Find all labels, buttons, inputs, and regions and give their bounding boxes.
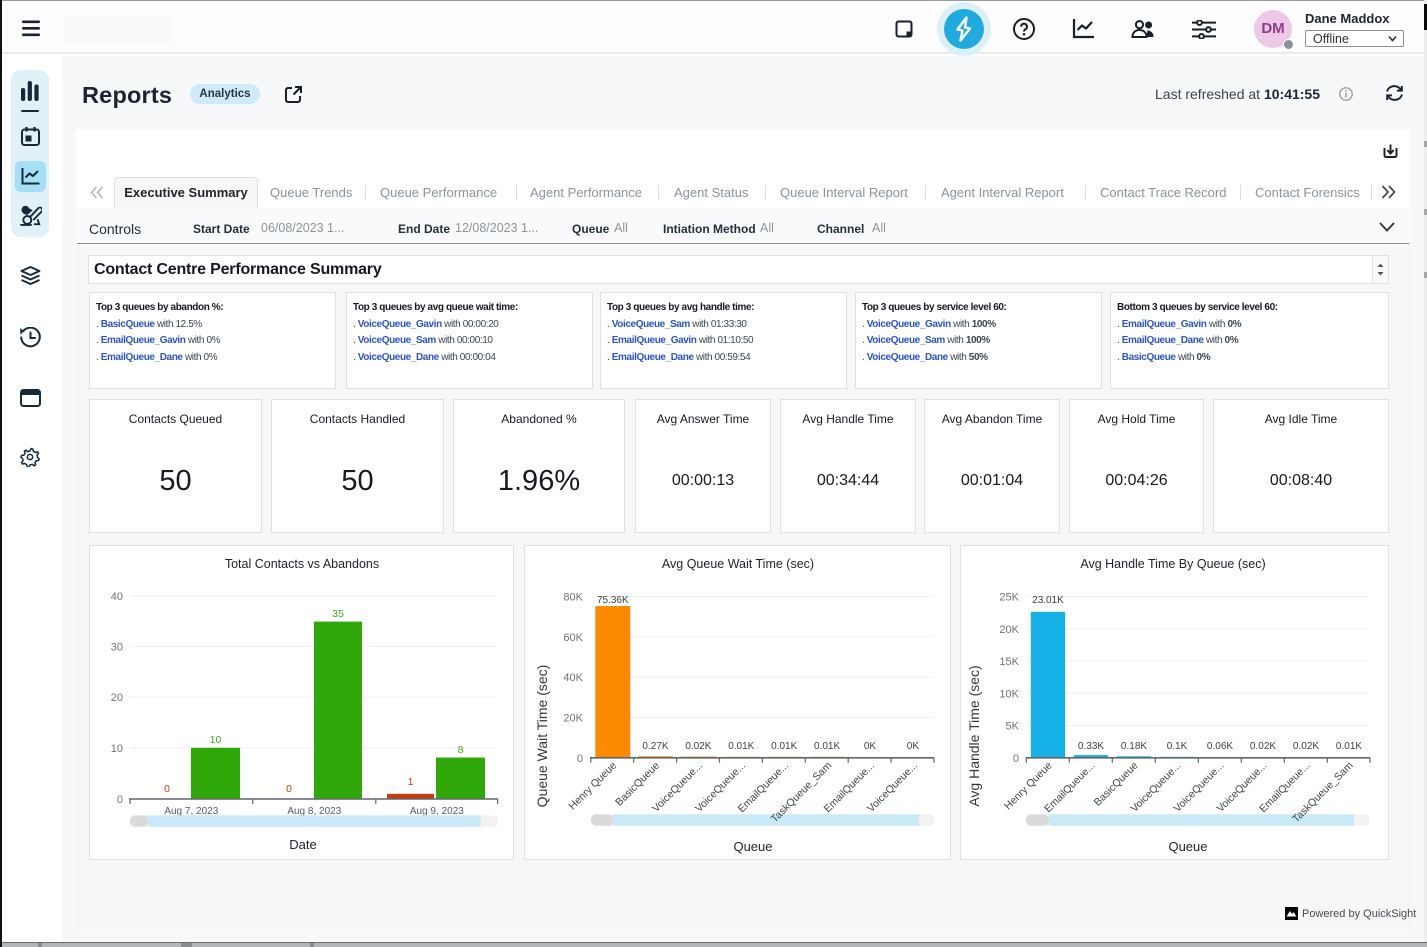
svg-text:Avg Handle Time By Queue (sec): Avg Handle Time By Queue (sec) — [1080, 557, 1265, 571]
svg-text:20: 20 — [111, 692, 123, 704]
svg-text:8: 8 — [458, 744, 464, 756]
svg-text:0.27K: 0.27K — [642, 741, 668, 752]
svg-text:20K: 20K — [999, 624, 1019, 636]
svg-text:0.01K: 0.01K — [728, 741, 754, 752]
svg-text:0: 0 — [1013, 753, 1019, 765]
svg-text:40K: 40K — [563, 672, 583, 684]
svg-text:35: 35 — [332, 608, 344, 620]
svg-text:25K: 25K — [999, 592, 1019, 604]
svg-text:0: 0 — [286, 783, 292, 795]
svg-text:0.02K: 0.02K — [1250, 741, 1276, 752]
svg-text:0: 0 — [577, 753, 583, 765]
svg-text:0: 0 — [164, 783, 170, 795]
svg-text:0.01K: 0.01K — [814, 741, 840, 752]
svg-text:0.02K: 0.02K — [685, 741, 711, 752]
svg-text:10: 10 — [210, 734, 222, 746]
svg-text:0.1K: 0.1K — [1167, 741, 1188, 752]
svg-text:0.18K: 0.18K — [1121, 741, 1147, 752]
svg-text:0: 0 — [117, 794, 123, 806]
svg-text:Aug 9, 2023: Aug 9, 2023 — [410, 806, 464, 817]
svg-text:0.02K: 0.02K — [1293, 741, 1319, 752]
svg-text:Avg Queue Wait Time (sec): Avg Queue Wait Time (sec) — [662, 557, 814, 571]
svg-text:23.01K: 23.01K — [1032, 595, 1064, 606]
svg-text:Queue Wait Time (sec): Queue Wait Time (sec) — [534, 665, 550, 808]
svg-text:5K: 5K — [1006, 721, 1020, 733]
svg-text:0.33K: 0.33K — [1078, 741, 1104, 752]
svg-text:10: 10 — [111, 743, 123, 755]
svg-text:0K: 0K — [864, 741, 877, 752]
svg-text:Aug 7, 2023: Aug 7, 2023 — [164, 806, 218, 817]
svg-text:0.01K: 0.01K — [1336, 741, 1362, 752]
svg-text:Total Contacts vs Abandons: Total Contacts vs Abandons — [225, 557, 379, 571]
svg-text:60K: 60K — [563, 632, 583, 644]
svg-text:80K: 80K — [563, 592, 583, 604]
svg-text:20K: 20K — [563, 713, 583, 725]
svg-text:1: 1 — [408, 776, 414, 788]
svg-text:10K: 10K — [999, 688, 1019, 700]
svg-text:Avg Handle Time (sec): Avg Handle Time (sec) — [966, 665, 982, 806]
svg-text:15K: 15K — [999, 656, 1019, 668]
svg-text:Queue: Queue — [733, 839, 772, 854]
svg-text:0.06K: 0.06K — [1207, 741, 1233, 752]
svg-text:0.01K: 0.01K — [771, 741, 797, 752]
svg-text:Aug 8, 2023: Aug 8, 2023 — [287, 806, 341, 817]
svg-text:Date: Date — [289, 837, 316, 852]
svg-text:Queue: Queue — [1168, 839, 1207, 854]
svg-text:Henry Queue: Henry Queue — [566, 760, 619, 813]
svg-text:30: 30 — [111, 642, 123, 654]
svg-text:40: 40 — [111, 591, 123, 603]
svg-text:75.36K: 75.36K — [597, 595, 629, 606]
svg-text:0K: 0K — [907, 741, 920, 752]
